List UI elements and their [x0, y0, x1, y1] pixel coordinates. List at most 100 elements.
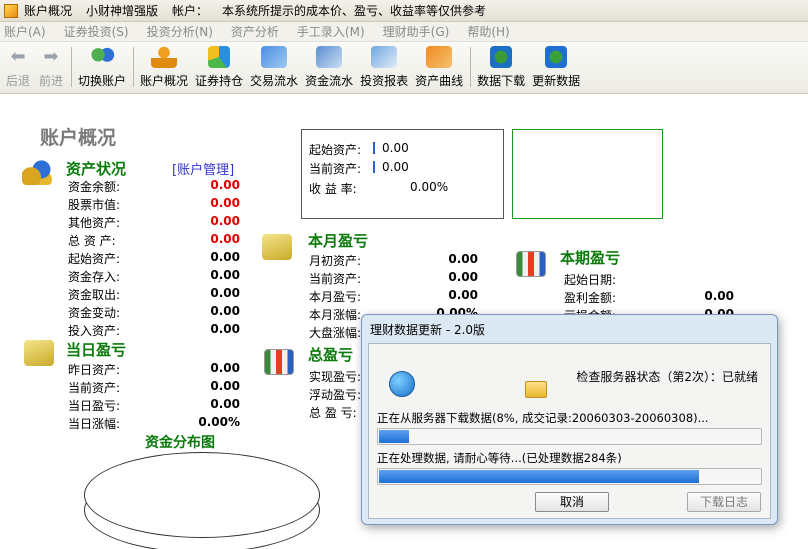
asset-row-label: 总 资 产:	[68, 234, 116, 248]
update-dialog: 理财数据更新 - 2.0版 检查服务器状态（第2次）：已就绪 正在从服务器下载数…	[361, 314, 778, 525]
folder-icon	[525, 381, 547, 398]
asset-row-label: 资金取出:	[68, 288, 121, 302]
line-chart-icon	[426, 46, 453, 68]
menu-analysis[interactable]: 投资分析(N)	[147, 23, 213, 40]
fund-flow-button[interactable]: 资金流水	[302, 43, 356, 93]
notice-text: 本系统所提示的成本价、盈亏、收益率等仅供参考	[222, 4, 487, 18]
trade-flow-button[interactable]: 交易流水	[247, 43, 301, 93]
invest-report-button[interactable]: 投资报表	[357, 43, 411, 93]
globe-icon	[389, 371, 415, 397]
report-icon	[371, 46, 398, 68]
asset-row-value: 0.00	[210, 304, 240, 318]
summary-row-label: 当前资产:	[309, 162, 362, 176]
cash-icon	[262, 234, 292, 260]
daily-row-label: 当日盈亏:	[68, 399, 121, 413]
edition-label: 小财神增强版	[86, 4, 159, 18]
monthly-row-label: 当前资产:	[309, 272, 362, 286]
daily-row-value: 0.00	[210, 361, 240, 375]
account-manage-link[interactable]: [账户管理]	[172, 159, 234, 178]
asset-row-value: 0.00	[210, 178, 240, 192]
menu-securities[interactable]: 证券投资(S)	[64, 23, 129, 40]
menu-finance-assistant[interactable]: 理财助手(G)	[383, 23, 450, 40]
update-data-button[interactable]: 更新数据	[529, 43, 583, 93]
window-title: 账户概况	[24, 4, 73, 18]
menu-help[interactable]: 帮助(H)	[467, 23, 509, 40]
bar-chart-icon	[264, 349, 294, 375]
asset-row-value: 0.00	[210, 250, 240, 264]
chart-box	[512, 129, 663, 219]
dialog-title: 理财数据更新 - 2.0版	[370, 323, 486, 337]
monthly-row-label: 月初资产:	[309, 254, 362, 268]
toolbar-separator	[470, 47, 472, 87]
monthly-row-label: 大盘涨幅:	[309, 326, 362, 340]
coins-icon	[22, 159, 52, 185]
level-bar	[373, 161, 375, 173]
menu-asset-analysis[interactable]: 资产分析	[231, 23, 279, 40]
total-row-label: 实现盈亏:	[309, 370, 362, 384]
account-label: 帐户：	[172, 4, 209, 18]
fund-distribution-title: 资金分布图	[145, 435, 215, 451]
monthly-pl-title: 本月盈亏	[308, 232, 369, 250]
total-pl-title: 总盈亏	[308, 346, 354, 364]
toolbar-separator	[71, 47, 72, 87]
pie-chart-icon	[208, 46, 231, 68]
pie-chart	[84, 452, 320, 538]
menu-bar: 账户(A) 证券投资(S) 投资分析(N) 资产分析 手工录入(M) 理财助手(…	[0, 22, 808, 42]
summary-row-value: 0.00	[382, 141, 409, 155]
download-status-text: 正在从服务器下载数据(8%, 成交记录:20060303-20060308)..…	[377, 411, 709, 425]
asset-row-value: 0.00	[210, 286, 240, 300]
server-status: 检查服务器状态（第2次）：已就绪	[576, 370, 758, 384]
download-progress-bar	[377, 428, 762, 445]
menu-manual-entry[interactable]: 手工录入(M)	[297, 23, 365, 40]
monthly-row-value: 0.00	[448, 252, 478, 266]
app-icon	[4, 3, 18, 18]
page-title: 账户概况	[40, 127, 117, 149]
arrow-right-icon: ➡	[43, 46, 59, 67]
asset-row-label: 股票市值:	[68, 198, 121, 212]
asset-row-label: 资金存入:	[68, 270, 121, 284]
summary-box: 起始资产: 0.00 当前资产: 0.00 收 益 率: 0.00%	[301, 129, 504, 219]
asset-row-label: 资金余额:	[68, 180, 121, 194]
download-icon	[490, 46, 513, 68]
summary-row-label: 收 益 率:	[309, 182, 357, 196]
asset-row-label: 其他资产:	[68, 216, 121, 230]
title-bar: 账户概况 小财神增强版 帐户： 本系统所提示的成本价、盈亏、收益率等仅供参考	[0, 0, 808, 22]
monthly-row-label: 本月涨幅:	[309, 308, 362, 322]
forward-button[interactable]: ➡ 前进	[35, 43, 67, 93]
monthly-row-value: 0.00	[448, 288, 478, 302]
cash-icon	[24, 340, 54, 366]
person-icon	[151, 46, 178, 68]
toolbar-separator	[133, 47, 135, 87]
refresh-icon	[545, 46, 568, 68]
asset-curve-button[interactable]: 资产曲线	[412, 43, 466, 93]
daily-row-label: 昨日资产:	[68, 363, 121, 377]
asset-row-label: 资金变动:	[68, 306, 121, 320]
process-progress-fill	[379, 470, 699, 483]
holdings-button[interactable]: 证券持仓	[192, 43, 246, 93]
period-pl-title: 本期盈亏	[560, 249, 621, 267]
download-log-button[interactable]: 下载日志	[687, 492, 761, 512]
summary-row-value: 0.00	[382, 160, 409, 174]
cancel-button[interactable]: 取消	[535, 492, 609, 512]
summary-row-value: 0.00%	[410, 180, 449, 194]
menu-account[interactable]: 账户(A)	[4, 23, 46, 40]
asset-row-value: 0.00	[210, 214, 240, 228]
monthly-row-value: 0.00	[448, 270, 478, 284]
data-download-button[interactable]: 数据下载	[474, 43, 528, 93]
switch-account-button[interactable]: 切换账户	[75, 43, 129, 93]
total-row-label: 浮动盈亏:	[309, 388, 362, 402]
asset-row-value: 0.00	[210, 196, 240, 210]
total-row-label: 总 盈 亏:	[309, 406, 357, 420]
users-icon	[89, 46, 115, 68]
monthly-row-label: 本月盈亏:	[309, 290, 362, 304]
asset-row-value: 0.00	[210, 322, 240, 336]
trade-list-icon	[261, 46, 288, 68]
asset-row-value: 0.00	[210, 268, 240, 282]
back-button[interactable]: ⬅ 后退	[2, 43, 34, 93]
daily-pl-title: 当日盈亏	[66, 341, 127, 359]
dialog-body: 检查服务器状态（第2次）：已就绪 正在从服务器下载数据(8%, 成交记录:200…	[368, 343, 771, 519]
period-row-label: 起始日期:	[564, 273, 617, 287]
account-overview-button[interactable]: 账户概况	[137, 43, 191, 93]
money-icon	[316, 46, 343, 68]
asset-row-label: 投入资产:	[68, 324, 121, 338]
